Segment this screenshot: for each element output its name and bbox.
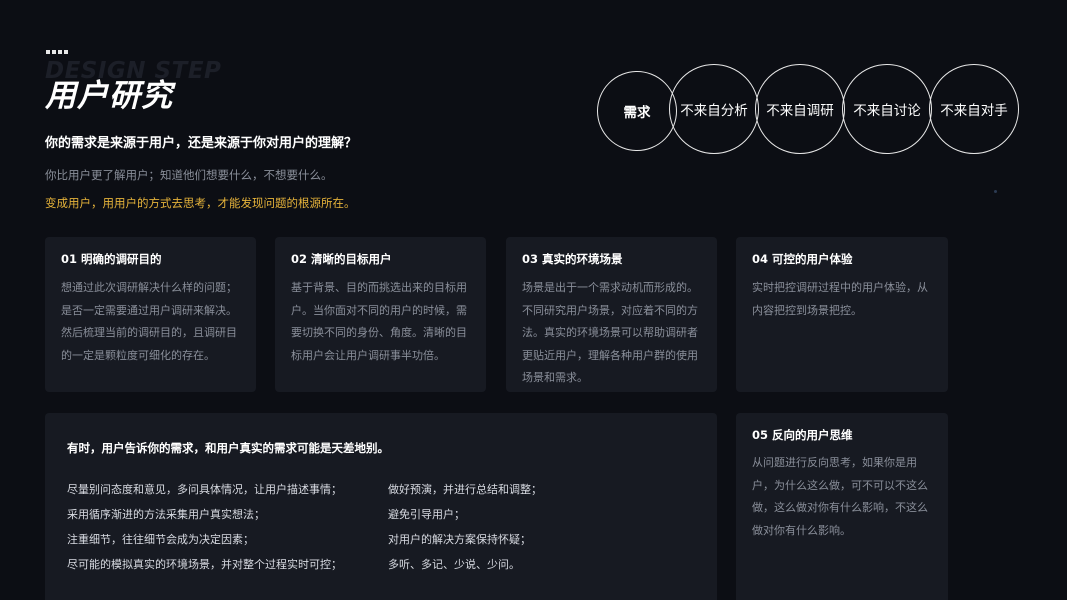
card-body: 想通过此次调研解决什么样的问题； 是否一定需要通过用户调研来解决。 然后梳理当前…: [61, 277, 237, 367]
subtext: 你比用户更了解用户；知道他们想要什么，不想要什么。: [45, 168, 333, 182]
tip-item: 避免引导用户；: [388, 508, 465, 521]
tip-item: 尽量别问态度和意见，多问具体情况，让用户描述事情；: [67, 483, 342, 496]
card-title: 03 真实的环境场景: [522, 252, 623, 266]
circle-demand: 需求: [597, 71, 677, 151]
card-line: 场景和需求。: [522, 371, 588, 384]
circle-not-research: 不来自调研: [755, 64, 845, 154]
card-line: 不同研究用户场景，对应着不同的方: [522, 303, 698, 317]
card-line: 户。当你面对不同的用户的时候，需: [291, 303, 467, 317]
tips-left-column: 尽量别问态度和意见，多问具体情况，让用户描述事情； 采用循序渐进的方法采集用户真…: [67, 477, 342, 577]
tip-item: 做好预演，并进行总结和调整；: [388, 483, 542, 496]
card-line: 要切换不同的身份、角度。清晰的目: [291, 326, 467, 339]
card-title: 04 可控的用户体验: [752, 252, 853, 266]
slide: DESIGN STEP 用户研究 你的需求是来源于用户，还是来源于你对用户的理解…: [0, 0, 1067, 600]
highlight-text: 变成用户，用用户的方式去思考，才能发现问题的根源所在。: [45, 196, 356, 210]
card-body: 从问题进行反向思考，如果你是用 户，为什么这么做，可不可以不这么 做，这么做对你…: [752, 452, 928, 542]
tip-item: 对用户的解决方案保持怀疑；: [388, 533, 531, 546]
card-real-scenario: 03 真实的环境场景 场景是出于一个需求动机而形成的。 不同研究用户场景，对应着…: [506, 237, 717, 392]
question-heading: 你的需求是来源于用户，还是来源于你对用户的理解？: [45, 136, 358, 151]
card-body: 实时把控调研过程中的用户体验，从 内容把控到场景把控。: [752, 277, 928, 322]
tip-item: 多听、多记、少说、少问。: [388, 558, 520, 571]
card-user-experience: 04 可控的用户体验 实时把控调研过程中的用户体验，从 内容把控到场景把控。: [736, 237, 948, 392]
card-line: 更贴近用户，理解各种用户群的使用: [522, 348, 698, 362]
card-reverse-thinking: 05 反向的用户思维 从问题进行反向思考，如果你是用 户，为什么这么做，可不可以…: [736, 413, 948, 600]
card-line: 基于背景、目的而挑选出来的目标用: [291, 281, 467, 294]
card-line: 是否一定需要通过用户调研来解决。: [61, 303, 237, 317]
card-title: 05 反向的用户思维: [752, 428, 853, 442]
circle-not-analysis: 不来自分析: [669, 64, 759, 154]
card-line: 做，这么做对你有什么影响，不这么: [752, 501, 928, 514]
tips-heading: 有时，用户告诉你的需求，和用户真实的需求可能是天差地别。: [67, 441, 389, 455]
page-title: 用户研究: [45, 78, 173, 114]
card-target-user: 02 清晰的目标用户 基于背景、目的而挑选出来的目标用 户。当你面对不同的用户的…: [275, 237, 486, 392]
card-title: 01 明确的调研目的: [61, 252, 162, 266]
tip-item: 尽可能的模拟真实的环境场景，并对整个过程实时可控；: [67, 558, 342, 571]
card-line: 内容把控到场景把控。: [752, 303, 862, 317]
card-research-goal: 01 明确的调研目的 想通过此次调研解决什么样的问题； 是否一定需要通过用户调研…: [45, 237, 256, 392]
decorative-dot: [994, 190, 997, 193]
card-line: 实时把控调研过程中的用户体验，从: [752, 281, 928, 294]
card-body: 基于背景、目的而挑选出来的目标用 户。当你面对不同的用户的时候，需 要切换不同的…: [291, 277, 467, 367]
card-line: 想通过此次调研解决什么样的问题；: [61, 281, 237, 294]
card-body: 场景是出于一个需求动机而形成的。 不同研究用户场景，对应着不同的方 法。真实的环…: [522, 277, 698, 390]
tips-right-column: 做好预演，并进行总结和调整； 避免引导用户； 对用户的解决方案保持怀疑； 多听、…: [388, 477, 542, 577]
circle-not-competitor: 不来自对手: [929, 64, 1019, 154]
card-user-needs-tips: 有时，用户告诉你的需求，和用户真实的需求可能是天差地别。 尽量别问态度和意见，多…: [45, 413, 717, 600]
card-line: 场景是出于一个需求动机而形成的。: [522, 281, 698, 294]
circle-not-discussion: 不来自讨论: [842, 64, 932, 154]
title-decoration: [46, 50, 68, 54]
card-line: 从问题进行反向思考，如果你是用: [752, 456, 917, 469]
card-line: 做对你有什么影响。: [752, 523, 851, 537]
card-line: 的一定是颗粒度可细化的存在。: [61, 348, 215, 362]
card-title: 02 清晰的目标用户: [291, 252, 392, 266]
card-line: 然后梳理当前的调研目的，且调研目: [61, 326, 237, 339]
tip-item: 采用循序渐进的方法采集用户真实想法；: [67, 508, 265, 521]
card-line: 法。真实的环境场景可以帮助调研者: [522, 326, 698, 339]
card-line: 户，为什么这么做，可不可以不这么: [752, 478, 928, 492]
tip-item: 注重细节，往往细节会成为决定因素；: [67, 533, 254, 546]
card-line: 标用户会让用户调研事半功倍。: [291, 348, 445, 362]
